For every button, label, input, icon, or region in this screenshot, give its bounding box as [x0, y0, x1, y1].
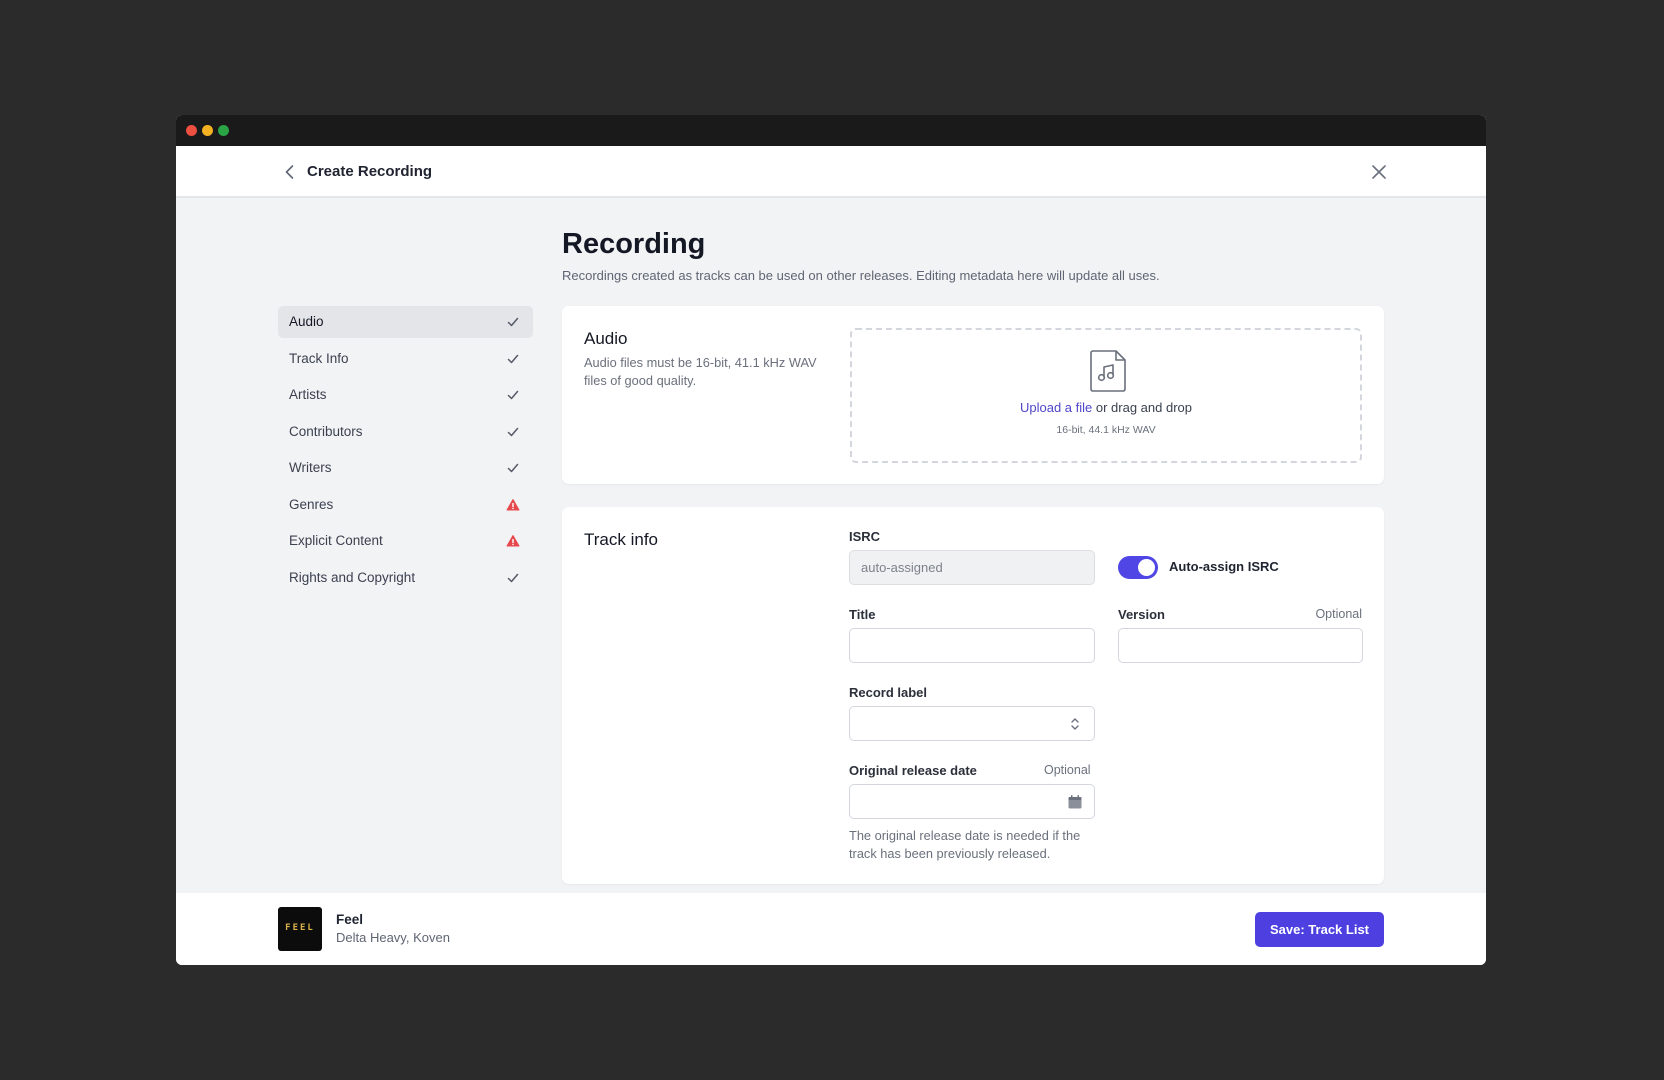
track-title: Feel — [336, 912, 364, 927]
window-minimize-dot[interactable] — [202, 125, 213, 136]
warning-icon — [505, 533, 521, 549]
sidebar-item-contributors[interactable]: Contributors — [278, 416, 533, 448]
upload-instructions: Upload a file or drag and drop — [852, 400, 1360, 415]
window-maximize-dot[interactable] — [218, 125, 229, 136]
footer-bar: FEEL Feel Delta Heavy, Koven Save: Track… — [176, 893, 1486, 965]
check-icon — [505, 387, 521, 403]
track-artists: Delta Heavy, Koven — [336, 930, 450, 945]
section-nav: Audio Track Info Artists Contributors Wr… — [278, 306, 533, 598]
audio-dropzone[interactable]: Upload a file or drag and drop 16-bit, 4… — [850, 328, 1362, 463]
version-input[interactable] — [1118, 628, 1363, 663]
sidebar-item-explicit-content[interactable]: Explicit Content — [278, 525, 533, 557]
sidebar-item-track-info[interactable]: Track Info — [278, 343, 533, 375]
app-window: Create Recording Recording Recordings cr… — [176, 115, 1486, 965]
upload-format-hint: 16-bit, 44.1 kHz WAV — [1056, 424, 1156, 436]
sidebar-item-label: Audio — [289, 314, 324, 329]
release-date-optional-tag: Optional — [1044, 763, 1091, 777]
page-subtitle: Recordings created as tracks can be used… — [562, 268, 1160, 283]
upload-file-link[interactable]: Upload a file — [1020, 400, 1092, 415]
toggle-knob — [1138, 559, 1155, 576]
close-icon[interactable] — [1369, 162, 1389, 182]
check-icon — [505, 424, 521, 440]
album-cover-text: FEEL — [285, 923, 315, 933]
calendar-icon[interactable] — [1067, 794, 1083, 810]
sidebar-item-label: Rights and Copyright — [289, 569, 416, 585]
version-label: Version — [1118, 607, 1165, 622]
record-label-label: Record label — [849, 685, 928, 700]
save-track-list-button[interactable]: Save: Track List — [1255, 912, 1384, 947]
chevron-up-down-icon — [1067, 716, 1083, 732]
track-info-card-title: Track info — [584, 530, 659, 549]
page-header-title: Create Recording — [307, 163, 433, 180]
sidebar-item-label: Artists — [289, 387, 327, 402]
upload-drag-text: or drag and drop — [1092, 400, 1192, 415]
window-titlebar — [176, 115, 1486, 146]
isrc-placeholder: auto-assigned — [861, 560, 943, 575]
window-close-dot[interactable] — [186, 125, 197, 136]
back-chevron-icon[interactable] — [280, 162, 300, 182]
sidebar-item-label: Track Info — [289, 350, 349, 366]
audio-card-description: Audio files must be 16-bit, 41.1 kHz WAV… — [584, 355, 817, 388]
title-label: Title — [849, 607, 876, 622]
track-info-card: Track info ISRC auto-assigned Auto-assig… — [562, 507, 1384, 884]
sidebar-item-rights-and-copyright[interactable]: Rights and Copyright — [278, 562, 533, 594]
check-icon — [505, 351, 521, 367]
check-icon — [505, 570, 521, 586]
sidebar-item-artists[interactable]: Artists — [278, 379, 533, 411]
sidebar-item-label: Writers — [289, 460, 332, 475]
check-icon — [505, 460, 521, 476]
release-date-label: Original release date — [849, 763, 977, 778]
isrc-label: ISRC — [849, 529, 881, 544]
auto-assign-isrc-toggle[interactable] — [1118, 556, 1158, 579]
isrc-input[interactable]: auto-assigned — [849, 550, 1095, 585]
sidebar-item-audio[interactable]: Audio — [278, 306, 533, 338]
version-optional-tag: Optional — [1315, 607, 1362, 621]
audio-card: Audio Audio files must be 16-bit, 41.1 k… — [562, 306, 1384, 484]
top-bar: Create Recording — [176, 146, 1486, 198]
music-file-icon — [1087, 349, 1129, 393]
sidebar-item-genres[interactable]: Genres — [278, 489, 533, 521]
page-title: Recording — [562, 228, 706, 260]
record-label-select[interactable] — [849, 706, 1095, 741]
sidebar-item-label: Explicit Content — [289, 533, 383, 548]
release-date-help: The original release date is needed if t… — [849, 828, 1081, 861]
check-icon — [505, 314, 521, 330]
sidebar-item-writers[interactable]: Writers — [278, 452, 533, 484]
album-cover: FEEL — [278, 907, 322, 951]
warning-icon — [505, 497, 521, 513]
sidebar-item-label: Contributors — [289, 423, 363, 439]
audio-card-title: Audio — [584, 329, 628, 348]
auto-assign-isrc-label: Auto-assign ISRC — [1169, 559, 1279, 574]
title-input[interactable] — [849, 628, 1095, 663]
sidebar-item-label: Genres — [289, 496, 334, 512]
release-date-input[interactable] — [849, 784, 1095, 819]
